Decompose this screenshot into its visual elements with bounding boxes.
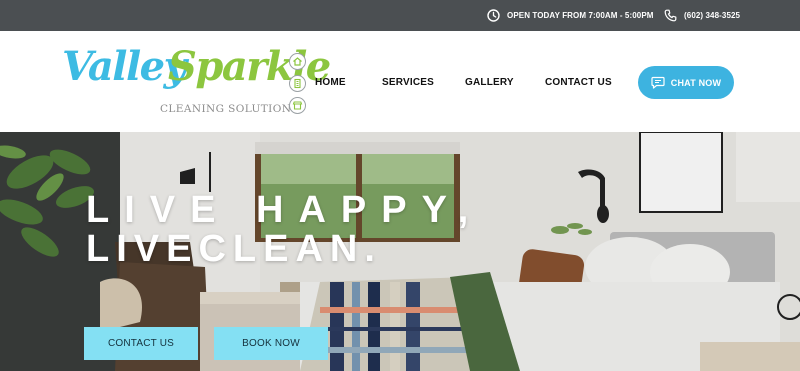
nav-home[interactable]: HOME	[315, 77, 346, 88]
hero-headline-line-1: LIVE HAPPY,	[86, 189, 484, 231]
chat-now-button[interactable]: CHAT NOW	[638, 66, 734, 99]
top-info-bar: OPEN TODAY FROM 7:00AM - 5:00PM (602) 34…	[0, 0, 800, 31]
site-header: Valley Sparkle CLEANING SOLUTIONS HOME S…	[0, 31, 800, 132]
opening-hours: OPEN TODAY FROM 7:00AM - 5:00PM	[487, 0, 654, 31]
nav-services[interactable]: SERVICES	[382, 77, 434, 88]
phone-icon	[664, 9, 677, 22]
hero-headline-line-2: LIVECLEAN.	[86, 228, 382, 270]
store-icon	[289, 97, 306, 114]
site-logo[interactable]: Valley Sparkle CLEANING SOLUTIONS	[62, 43, 331, 123]
house-icon	[289, 53, 306, 70]
hero-book-now-button[interactable]: BOOK NOW	[214, 327, 328, 360]
clock-icon	[487, 9, 500, 22]
logo-tagline: CLEANING SOLUTIONS	[160, 103, 299, 115]
opening-hours-text: OPEN TODAY FROM 7:00AM - 5:00PM	[507, 11, 654, 20]
logo-word-valley: Valley	[62, 43, 187, 90]
phone-number-text[interactable]: (602) 348-3525	[684, 11, 740, 20]
phone-number[interactable]: (602) 348-3525	[664, 0, 740, 31]
hero-banner: LIVE HAPPY, LIVECLEAN. CONTACT US BOOK N…	[0, 132, 800, 371]
logo-emblems	[289, 53, 309, 119]
chat-now-label: CHAT NOW	[670, 77, 722, 88]
nav-contact-us[interactable]: CONTACT US	[545, 77, 612, 88]
nav-gallery[interactable]: GALLERY	[465, 77, 514, 88]
chat-bubble-icon	[651, 76, 665, 89]
hero-contact-us-button[interactable]: CONTACT US	[84, 327, 198, 360]
building-icon	[289, 75, 306, 92]
